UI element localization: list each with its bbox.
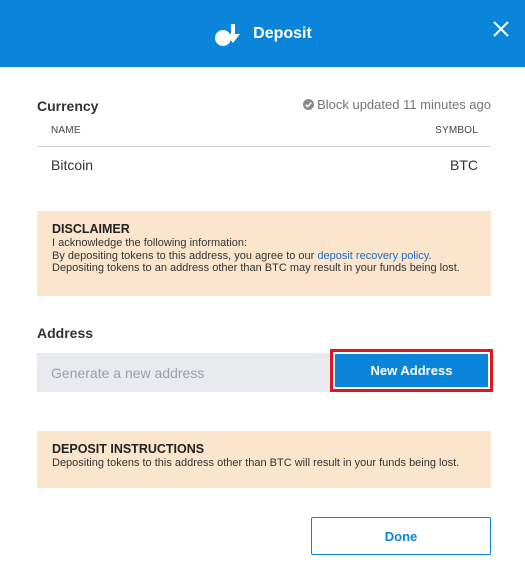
instructions-text: Depositing tokens to this address other …: [52, 457, 460, 469]
address-label: Address: [37, 325, 94, 341]
address-input[interactable]: [37, 353, 331, 392]
currency-name-cell: Bitcoin: [51, 157, 94, 173]
header-title-group: Deposit: [0, 0, 525, 67]
deposit-recovery-policy-link[interactable]: deposit recovery policy: [317, 250, 428, 262]
block-updated-status: Block updated 11 minutes ago: [303, 97, 491, 112]
done-button[interactable]: Done: [311, 517, 491, 555]
column-header-name: NAME: [51, 125, 81, 136]
deposit-icon: [215, 23, 241, 46]
disclaimer-line2: By depositing tokens to this address, yo…: [52, 250, 476, 275]
deposit-instructions-box: DEPOSIT INSTRUCTIONS Depositing tokens t…: [37, 431, 491, 488]
disclaimer-box: DISCLAIMER I acknowledge the following i…: [37, 211, 491, 296]
check-circle-icon: [303, 99, 315, 110]
close-icon[interactable]: [489, 17, 513, 41]
disclaimer-title: DISCLAIMER: [52, 222, 130, 236]
modal-title: Deposit: [253, 24, 312, 42]
currency-symbol-cell: BTC: [450, 157, 478, 173]
table-divider: [37, 146, 491, 147]
currency-heading: Currency: [37, 98, 99, 114]
column-header-symbol: SYMBOL: [435, 125, 478, 136]
modal-header: Deposit: [0, 0, 525, 67]
disclaimer-text-pre: By depositing tokens to this address, yo…: [52, 249, 318, 262]
new-address-button[interactable]: New Address: [335, 354, 488, 387]
block-updated-text: Block updated 11 minutes ago: [317, 97, 491, 112]
disclaimer-line1: I acknowledge the following information:: [52, 237, 248, 249]
instructions-title: DEPOSIT INSTRUCTIONS: [52, 442, 205, 456]
